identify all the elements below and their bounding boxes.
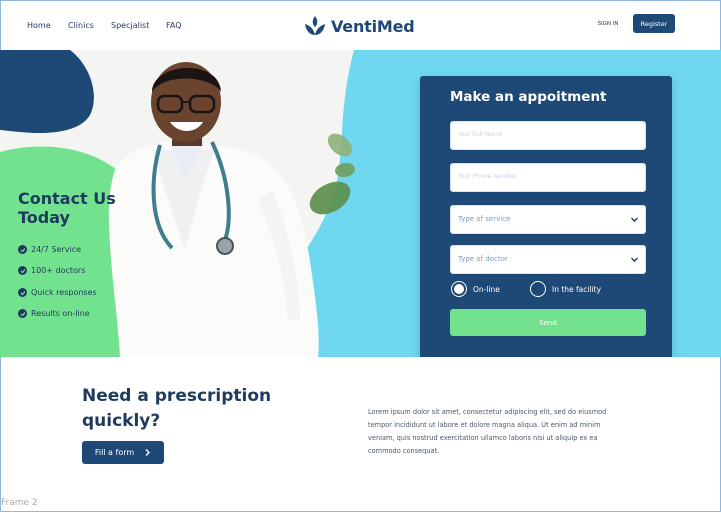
contact-title: Contact Us Today — [18, 189, 116, 227]
top-nav: Home Clinics Specjalist FAQ VentiMed SIG… — [0, 0, 721, 50]
doctor-type-select[interactable]: Type of doctor — [450, 245, 646, 274]
service-type-label: Type of service — [458, 215, 511, 223]
radio-in-facility[interactable]: In the facility — [530, 281, 601, 297]
send-button[interactable]: Send — [450, 309, 646, 336]
feature-item: 24/7 Service — [18, 245, 81, 254]
appointment-form: Make an appoitment Your Full Name Your P… — [420, 76, 672, 357]
hero-section: Contact Us Today 24/7 Service 100+ docto… — [0, 50, 721, 357]
chevron-down-icon — [631, 217, 638, 222]
check-icon — [18, 288, 27, 297]
fill-form-label: Fill a form — [94, 448, 135, 457]
fill-form-button[interactable]: Fill a form — [82, 441, 164, 464]
check-icon — [18, 245, 27, 254]
nav-home-link[interactable]: Home — [27, 21, 51, 30]
nav-clinics-link[interactable]: Clinics — [68, 21, 94, 30]
radio-facility-label: In the facility — [552, 284, 602, 294]
phone-number-placeholder: Your Phone Number — [458, 173, 518, 180]
prescription-title: Need a prescription quickly? — [82, 386, 272, 431]
prescription-body: Lorem ipsum dolor sit amet, consectetur … — [368, 408, 607, 455]
doctor-type-label: Type of doctor — [458, 255, 508, 263]
check-icon — [18, 309, 27, 318]
feature-label: 24/7 Service — [31, 245, 82, 254]
radio-online-selected-icon — [451, 281, 467, 297]
form-title: Make an appoitment — [450, 89, 607, 105]
full-name-placeholder: Your Full Name — [458, 131, 503, 138]
feature-item: Quick responses — [18, 288, 97, 297]
logo-leaf-icon — [305, 16, 325, 35]
nav-faq-link[interactable]: FAQ — [166, 21, 182, 30]
feature-item: Results on-line — [18, 309, 90, 318]
radio-online-label: On-line — [473, 284, 500, 294]
chevron-down-icon — [631, 257, 638, 262]
nav-specialist-link[interactable]: Specjalist — [111, 21, 149, 30]
feature-item: 100+ doctors — [18, 266, 85, 275]
feature-label: 100+ doctors — [31, 266, 86, 275]
phone-number-input[interactable]: Your Phone Number — [450, 163, 646, 192]
feature-label: Quick responses — [31, 288, 97, 297]
logo-text: VentiMed — [331, 16, 415, 36]
full-name-input[interactable]: Your Full Name — [450, 121, 646, 150]
feature-label: Results on-line — [31, 309, 90, 318]
chevron-right-icon — [145, 449, 151, 456]
register-button[interactable]: Register — [633, 14, 675, 33]
check-icon — [18, 266, 27, 275]
frame-label: Frame 2 — [1, 498, 38, 508]
radio-facility-icon — [530, 281, 546, 297]
service-type-select[interactable]: Type of service — [450, 205, 646, 234]
radio-online[interactable]: On-line — [451, 281, 500, 297]
logo[interactable]: VentiMed — [304, 13, 415, 39]
sign-in-button[interactable]: SIGN IN — [589, 15, 627, 32]
